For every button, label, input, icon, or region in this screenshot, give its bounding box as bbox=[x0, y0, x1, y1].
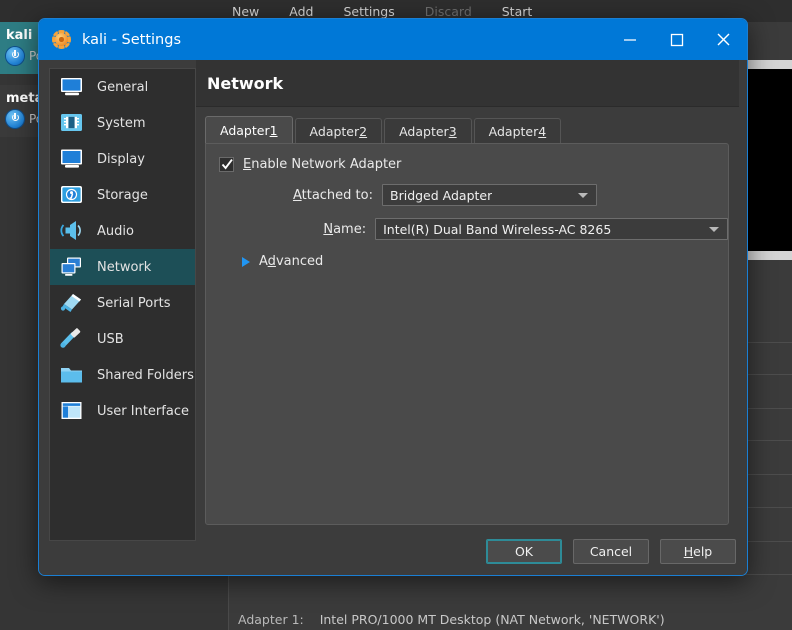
sidebar-item-label: Shared Folders bbox=[97, 367, 194, 383]
tab-adapter-2[interactable]: Adapter 2 bbox=[294, 118, 383, 143]
sidebar-item-label: Audio bbox=[97, 223, 134, 239]
harddisk-icon bbox=[59, 183, 85, 207]
details-adapter-value: Intel PRO/1000 MT Desktop (NAT Network, … bbox=[319, 612, 665, 627]
usb-icon bbox=[59, 327, 85, 351]
chevron-down-icon bbox=[578, 193, 588, 198]
details-adapter-label: Adapter 1: bbox=[238, 612, 304, 627]
display-icon bbox=[59, 147, 85, 171]
toolbar-start-button[interactable]: Start bbox=[502, 4, 533, 19]
ok-button[interactable]: OK bbox=[486, 539, 562, 564]
cancel-button[interactable]: Cancel bbox=[573, 539, 649, 564]
dialog-body: General System Display Storage Audio Network S… bbox=[39, 60, 747, 575]
sidebar-item-network[interactable]: Network bbox=[50, 249, 195, 285]
sidebar-item-user-interface[interactable]: User Interface bbox=[50, 393, 195, 429]
sidebar-item-label: User Interface bbox=[97, 403, 189, 419]
toolbar-settings-button[interactable]: Settings bbox=[343, 4, 394, 19]
sidebar-item-label: Display bbox=[97, 151, 145, 167]
settings-dialog: kali - Settings General System Display S… bbox=[38, 18, 748, 576]
sidebar-item-label: Network bbox=[97, 259, 152, 275]
sidebar-item-label: Serial Ports bbox=[97, 295, 171, 311]
dialog-footer: OK Cancel Help bbox=[486, 539, 736, 564]
attached-to-label: Attached to: bbox=[292, 187, 373, 203]
dialog-title: kali - Settings bbox=[82, 31, 182, 48]
settings-panel: Network Adapter 1 Adapter 2 Adapter 3 Adapt… bbox=[196, 60, 739, 552]
toolbar-discard-button: Discard bbox=[424, 3, 472, 19]
tab-label: Adapter bbox=[220, 122, 270, 138]
enable-network-adapter-checkbox-row[interactable]: Enable Network Adapter bbox=[219, 157, 728, 172]
name-row: Name: Intel(R) Dual Band Wireless-AC 826… bbox=[206, 218, 728, 240]
close-icon[interactable] bbox=[700, 19, 747, 60]
name-dropdown[interactable]: Intel(R) Dual Band Wireless-AC 8265 bbox=[375, 218, 728, 240]
speaker-icon bbox=[59, 219, 85, 243]
chevron-down-icon bbox=[709, 227, 719, 232]
name-value: Intel(R) Dual Band Wireless-AC 8265 bbox=[383, 221, 612, 237]
page-title: Network bbox=[207, 73, 284, 93]
panel-header: Network bbox=[196, 60, 739, 107]
sidebar-item-storage[interactable]: Storage bbox=[50, 177, 195, 213]
sidebar-item-serial-ports[interactable]: Serial Ports bbox=[50, 285, 195, 321]
window-controls bbox=[606, 19, 747, 60]
folder-icon bbox=[59, 363, 85, 387]
network-icon bbox=[59, 255, 85, 279]
advanced-expander[interactable]: Advanced bbox=[242, 254, 728, 269]
adapter-1-panel: Enable Network Adapter Attached to: Brid… bbox=[205, 143, 729, 525]
serial-port-icon bbox=[59, 291, 85, 315]
tab-label: Adapter bbox=[488, 123, 539, 139]
tab-mnemonic: 1 bbox=[269, 122, 278, 138]
tab-adapter-4[interactable]: Adapter 4 bbox=[473, 118, 562, 143]
tab-mnemonic: 2 bbox=[359, 123, 368, 139]
minimize-icon[interactable] bbox=[606, 19, 653, 60]
tab-label: Adapter bbox=[309, 123, 360, 139]
sidebar-item-label: Storage bbox=[97, 187, 148, 203]
window-icon bbox=[59, 399, 85, 423]
sidebar-item-label: General bbox=[97, 79, 149, 95]
sidebar-item-display[interactable]: Display bbox=[50, 141, 195, 177]
chip-icon bbox=[59, 111, 85, 135]
details-adapter-row: Adapter 1: Intel PRO/1000 MT Desktop (NA… bbox=[238, 612, 665, 627]
screen: New Add Settings Discard Start kali Po meta Po … bbox=[0, 0, 792, 630]
settings-sidebar: General System Display Storage Audio Network S… bbox=[49, 68, 196, 541]
maximize-icon[interactable] bbox=[653, 19, 700, 60]
toolbar-add-button[interactable]: Add bbox=[289, 4, 313, 19]
tab-adapter-1[interactable]: Adapter 1 bbox=[205, 116, 293, 143]
sidebar-item-usb[interactable]: USB bbox=[50, 321, 195, 357]
tab-mnemonic: 3 bbox=[448, 123, 457, 139]
sidebar-item-audio[interactable]: Audio bbox=[50, 213, 195, 249]
enable-network-adapter-checkbox[interactable] bbox=[219, 157, 234, 172]
power-icon bbox=[6, 47, 24, 65]
adapter-tabs: Adapter 1 Adapter 2 Adapter 3 Adapter 4 bbox=[205, 116, 739, 143]
attached-to-dropdown[interactable]: Bridged Adapter bbox=[382, 184, 597, 206]
monitor-icon bbox=[59, 75, 85, 99]
sidebar-item-shared-folders[interactable]: Shared Folders bbox=[50, 357, 195, 393]
sidebar-item-label: USB bbox=[97, 331, 124, 347]
power-icon bbox=[6, 110, 24, 128]
tab-label: Adapter bbox=[399, 123, 449, 139]
gear-icon bbox=[52, 30, 71, 49]
sidebar-item-system[interactable]: System bbox=[50, 105, 195, 141]
help-button[interactable]: Help bbox=[660, 539, 736, 564]
sidebar-item-label: System bbox=[97, 115, 146, 131]
attached-to-value: Bridged Adapter bbox=[390, 187, 493, 203]
tab-adapter-3[interactable]: Adapter 3 bbox=[384, 118, 472, 143]
toolbar-new-button[interactable]: New bbox=[232, 4, 259, 19]
sidebar-item-general[interactable]: General bbox=[50, 69, 195, 105]
advanced-label: Advanced bbox=[259, 254, 324, 269]
enable-network-adapter-label: Enable Network Adapter bbox=[243, 157, 402, 172]
attached-to-row: Attached to: Bridged Adapter bbox=[206, 184, 728, 206]
dialog-titlebar[interactable]: kali - Settings bbox=[39, 19, 747, 60]
chevron-right-icon bbox=[242, 256, 250, 267]
name-label: Name: bbox=[323, 221, 367, 237]
tab-mnemonic: 4 bbox=[538, 123, 547, 139]
